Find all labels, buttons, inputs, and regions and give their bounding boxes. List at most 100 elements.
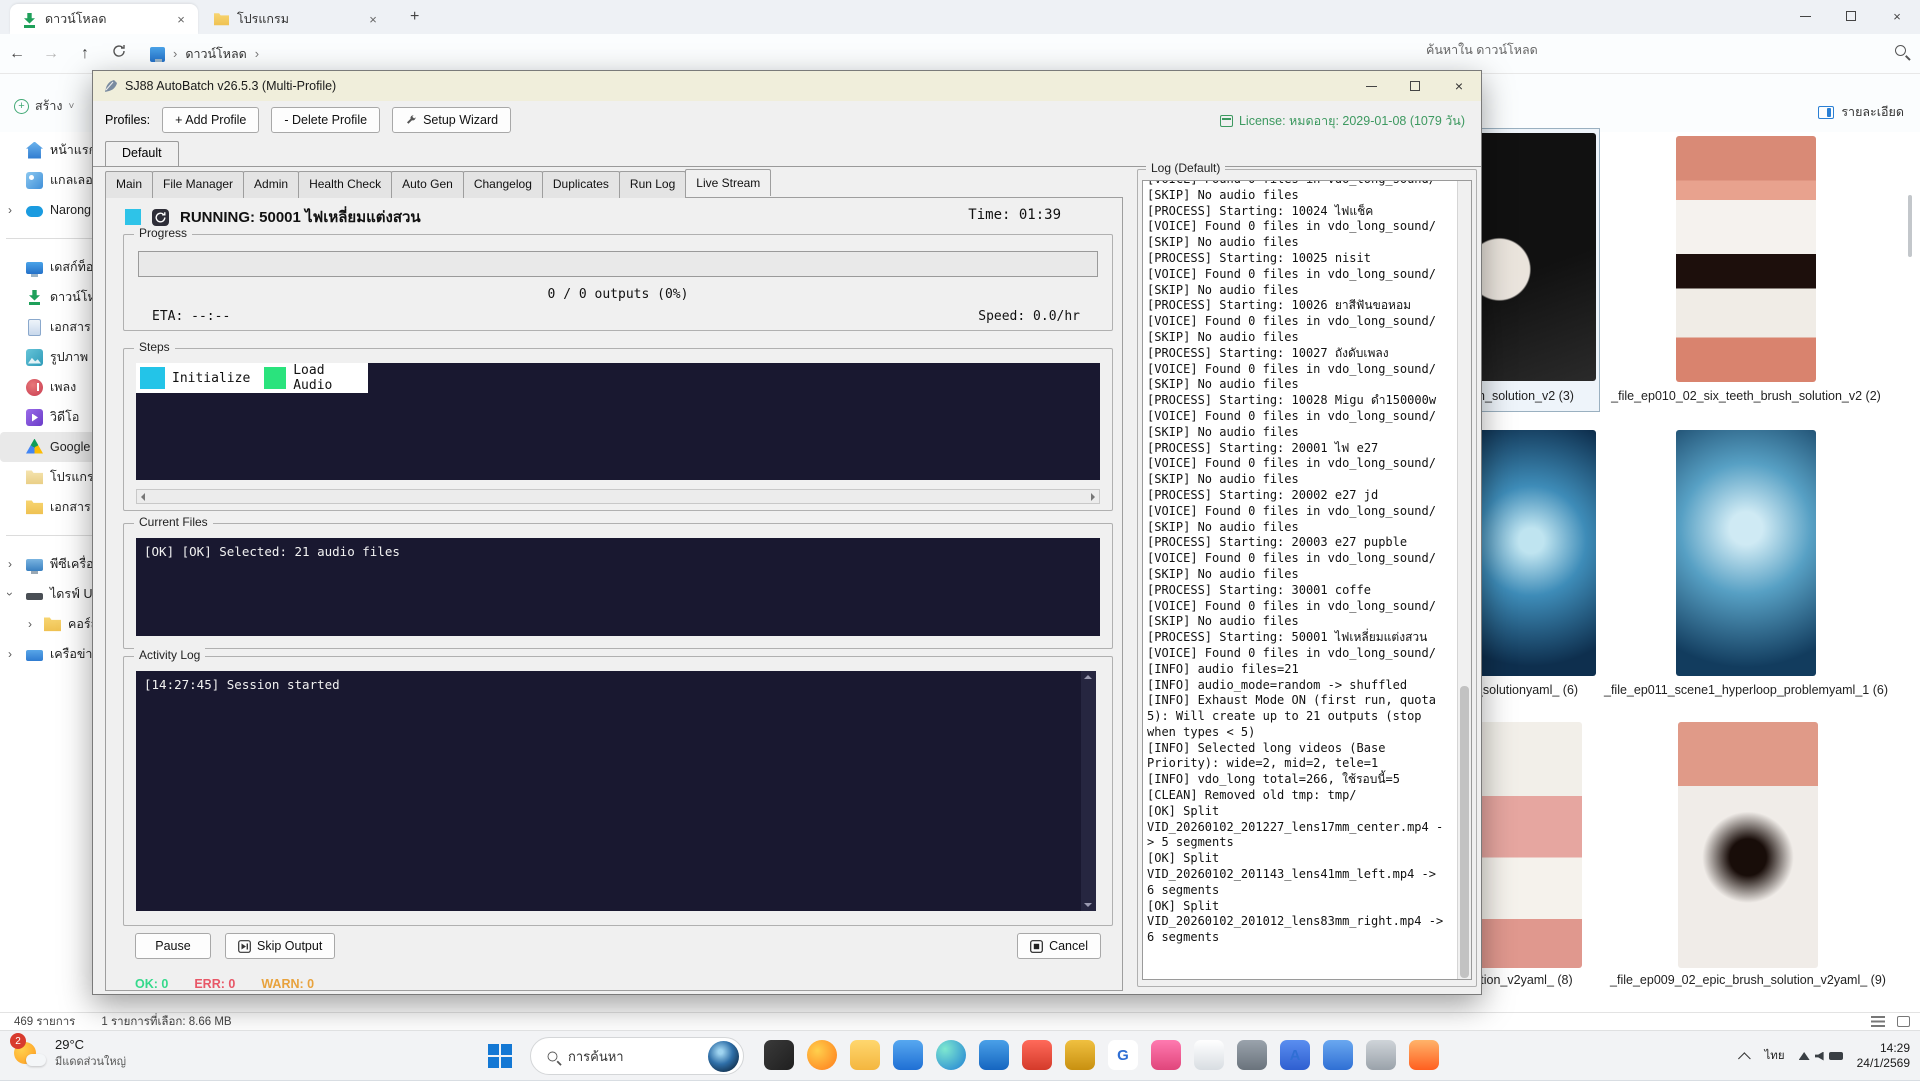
notebook-tab[interactable]: Changelog xyxy=(463,171,543,198)
taskbar-app-icon[interactable] xyxy=(1237,1040,1267,1070)
sidebar-item[interactable]: › Narong xyxy=(0,195,100,225)
taskbar-app-icon[interactable] xyxy=(807,1040,837,1070)
steps-horizontal-scrollbar[interactable] xyxy=(136,489,1100,504)
taskbar-app-icon[interactable] xyxy=(764,1040,794,1070)
log-scrollbar-thumb[interactable] xyxy=(1460,686,1469,978)
taskbar-app-icon[interactable]: A xyxy=(1280,1040,1310,1070)
taskbar-app-icon[interactable] xyxy=(936,1040,966,1070)
sidebar-item[interactable]: วิดีโอ xyxy=(0,402,100,432)
taskbar-app-icon[interactable] xyxy=(1151,1040,1181,1070)
notebook-tab[interactable]: Duplicates xyxy=(542,171,620,198)
log-console[interactable]: [VOICE] Found 0 files in vdo_long_sound/… xyxy=(1142,180,1472,980)
taskbar-app-icon[interactable]: G xyxy=(1108,1040,1138,1070)
taskbar-clock[interactable]: 14:29 24/1/2569 xyxy=(1857,1041,1910,1071)
app-title-bar[interactable]: SJ88 AutoBatch v26.5.3 (Multi-Profile) × xyxy=(93,71,1481,101)
taskbar-app-icon[interactable] xyxy=(1409,1040,1439,1070)
notebook-tab[interactable]: Main xyxy=(105,171,153,198)
thumbnail-view-icon[interactable] xyxy=(1897,1016,1910,1027)
weather-widget[interactable]: 2 29°C มีแดดส่วนใหญ่ xyxy=(12,1036,126,1070)
sidebar-item[interactable]: › คอร์สตี xyxy=(0,609,100,639)
chevron-right-icon[interactable]: › xyxy=(8,203,12,217)
file-thumbnail[interactable] xyxy=(1676,430,1816,676)
sidebar-item[interactable]: เอกสาร xyxy=(0,492,100,522)
chevron-right-icon[interactable]: › xyxy=(3,592,17,596)
taskbar-app-icon[interactable] xyxy=(979,1040,1009,1070)
scroll-left-icon[interactable] xyxy=(141,493,145,501)
forward-button[interactable]: → xyxy=(34,45,68,63)
start-button[interactable] xyxy=(488,1044,512,1068)
new-tab-button[interactable]: + xyxy=(400,8,429,30)
tab-close-icon[interactable]: × xyxy=(172,12,190,27)
sidebar-item[interactable]: Google xyxy=(0,432,100,462)
explorer-maximize-button[interactable] xyxy=(1828,0,1874,32)
taskbar-app-icon[interactable] xyxy=(1065,1040,1095,1070)
sidebar-item[interactable]: เอกสาร xyxy=(0,312,100,342)
chevron-right-icon[interactable]: › xyxy=(8,647,12,661)
taskbar-app-icon[interactable] xyxy=(850,1040,880,1070)
scroll-down-icon[interactable] xyxy=(1084,903,1092,907)
sidebar-item[interactable]: หน้าแรก xyxy=(0,135,100,165)
taskbar-search[interactable]: การค้นหา xyxy=(530,1037,744,1075)
sidebar-item[interactable]: ดาวน์โหลด xyxy=(0,282,100,312)
content-scrollbar[interactable] xyxy=(1908,195,1912,257)
sidebar-item[interactable]: › พีซีเครื่องนี้ xyxy=(0,549,100,579)
file-thumbnail[interactable] xyxy=(1676,136,1816,382)
pause-button[interactable]: Pause xyxy=(135,933,211,959)
cancel-button[interactable]: Cancel xyxy=(1017,933,1101,959)
sidebar-item[interactable] xyxy=(6,238,94,239)
notebook-tab[interactable]: Health Check xyxy=(298,171,392,198)
up-button[interactable]: ↑ xyxy=(68,45,102,63)
file-label[interactable]: _file_ep010_02_six_teeth_brush_solution_… xyxy=(1578,388,1914,405)
network-volume-battery-icons[interactable] xyxy=(1799,1052,1843,1061)
language-indicator[interactable]: ไทย xyxy=(1765,1047,1785,1065)
breadcrumb[interactable]: › ดาวน์โหลด › xyxy=(150,44,259,64)
add-profile-button[interactable]: + Add Profile xyxy=(162,107,259,133)
scroll-right-icon[interactable] xyxy=(1091,493,1095,501)
back-button[interactable]: ← xyxy=(0,45,34,63)
scroll-up-icon[interactable] xyxy=(1084,675,1092,679)
file-label[interactable]: _file_ep011_scene1_hyperloop_problemyaml… xyxy=(1578,682,1914,699)
app-minimize-button[interactable] xyxy=(1349,71,1393,101)
chevron-right-icon[interactable]: › xyxy=(8,557,12,571)
details-view-icon[interactable] xyxy=(1871,1016,1885,1027)
file-thumbnail[interactable] xyxy=(1678,722,1818,968)
sidebar-item[interactable]: โปรแกรม xyxy=(0,462,100,492)
explorer-close-button[interactable]: × xyxy=(1874,0,1920,32)
taskbar-app-icon[interactable] xyxy=(1323,1040,1353,1070)
delete-profile-button[interactable]: - Delete Profile xyxy=(271,107,380,133)
sidebar-item[interactable]: รูปภาพ xyxy=(0,342,100,372)
taskbar-app-icon[interactable] xyxy=(1194,1040,1224,1070)
search-icon[interactable] xyxy=(1895,45,1906,56)
sidebar-item[interactable]: แกลเลอรี xyxy=(0,165,100,195)
breadcrumb-folder[interactable]: ดาวน์โหลด xyxy=(185,44,246,64)
tray-chevron-up-icon[interactable] xyxy=(1738,1052,1751,1065)
create-new-button[interactable]: + สร้าง ˅ xyxy=(14,96,74,116)
setup-wizard-button[interactable]: Setup Wizard xyxy=(392,107,511,133)
app-close-button[interactable]: × xyxy=(1437,71,1481,101)
app-maximize-button[interactable] xyxy=(1393,71,1437,101)
file-label[interactable]: _file_ep009_02_epic_brush_solution_v2yam… xyxy=(1578,972,1918,989)
taskbar-app-icon[interactable] xyxy=(893,1040,923,1070)
sidebar-item[interactable] xyxy=(6,535,94,536)
notebook-tab[interactable]: Admin xyxy=(243,171,299,198)
sidebar-item[interactable]: เดสก์ท็อป xyxy=(0,252,100,282)
explorer-tab[interactable]: โปรแกรม × xyxy=(202,4,390,34)
chevron-right-icon[interactable]: › xyxy=(28,617,32,631)
notebook-tab[interactable]: Live Stream xyxy=(685,169,771,196)
refresh-button[interactable] xyxy=(102,44,136,63)
notebook-tab[interactable]: File Manager xyxy=(152,171,244,198)
explorer-minimize-button[interactable] xyxy=(1782,0,1828,32)
explorer-search-box[interactable]: ค้นหาใน ดาวน์โหลด xyxy=(1426,40,1906,60)
details-toggle-button[interactable]: รายละเอียด xyxy=(1818,102,1904,122)
notebook-tab[interactable]: Auto Gen xyxy=(391,171,464,198)
profile-tab-default[interactable]: Default xyxy=(105,141,179,166)
notebook-tab[interactable]: Run Log xyxy=(619,171,686,198)
skip-output-button[interactable]: Skip Output xyxy=(225,933,335,959)
log-scrollbar[interactable] xyxy=(1457,181,1471,979)
tab-close-icon[interactable]: × xyxy=(364,12,382,27)
taskbar-app-icon[interactable] xyxy=(1366,1040,1396,1070)
explorer-tab[interactable]: ดาวน์โหลด × xyxy=(10,4,198,34)
sidebar-item[interactable]: › เครือข่าย xyxy=(0,639,100,669)
taskbar-app-icon[interactable] xyxy=(1022,1040,1052,1070)
activity-log-scrollbar[interactable] xyxy=(1081,671,1096,911)
